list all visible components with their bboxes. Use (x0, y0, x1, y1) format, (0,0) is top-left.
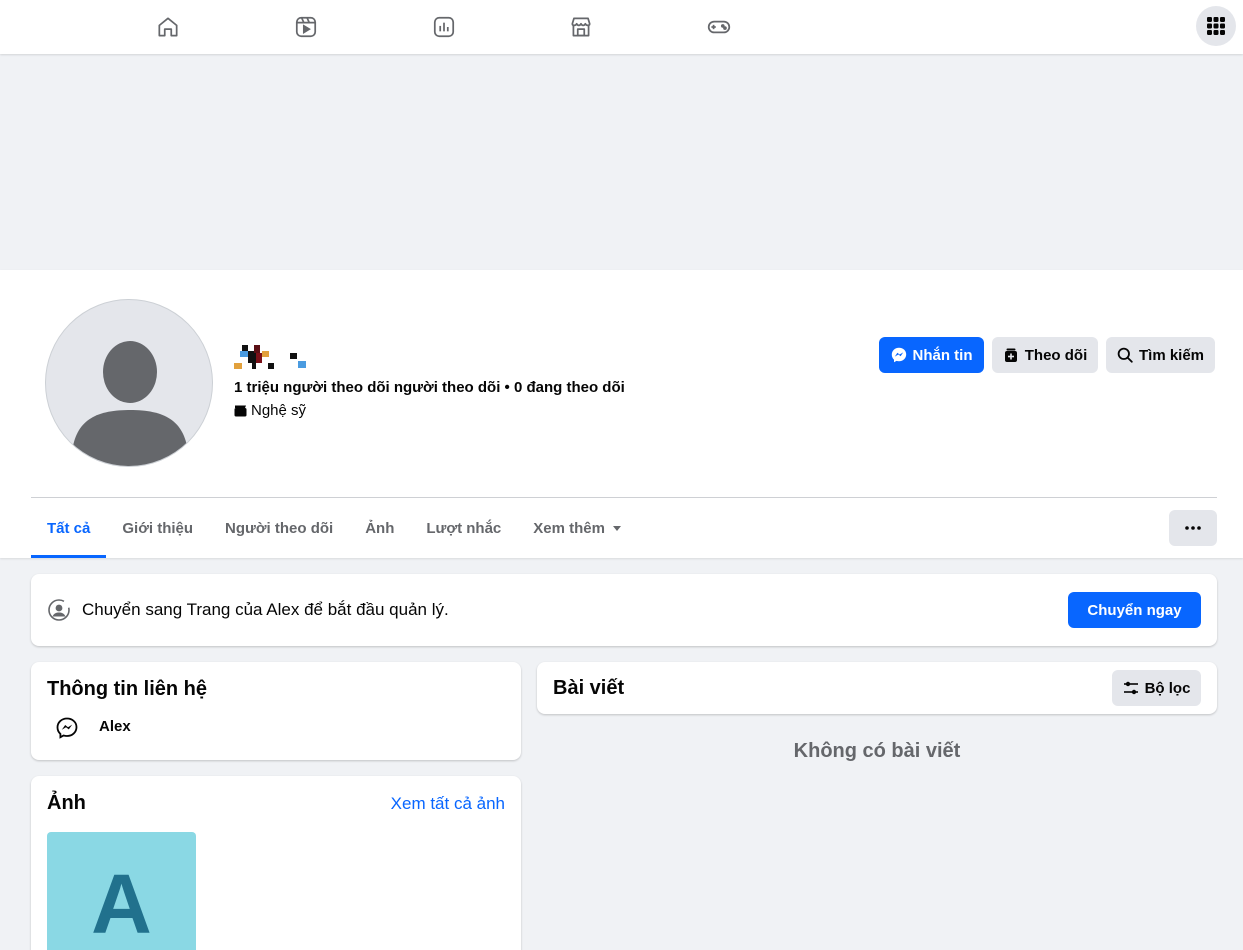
follow-icon (1004, 348, 1017, 362)
pixelated-profile-name (234, 345, 306, 369)
search-button-label: Tìm kiếm (1138, 346, 1205, 364)
contact-messenger-name[interactable]: Alex (99, 718, 131, 735)
follow-button[interactable]: Theo dõi (992, 337, 1098, 373)
tab-photos[interactable]: Ảnh (349, 498, 410, 558)
tab-about[interactable]: Giới thiệu (106, 498, 209, 558)
gaming-icon[interactable] (703, 11, 735, 43)
messenger-outline-icon (56, 717, 78, 739)
tab-see-more[interactable]: Xem thêm (517, 498, 639, 558)
default-person-icon (72, 341, 188, 466)
search-button[interactable]: Tìm kiếm (1106, 337, 1215, 373)
follower-stats[interactable]: 1 triệu người theo dõi người theo dõi • … (234, 379, 625, 396)
switch-now-button[interactable]: Chuyển ngay (1068, 592, 1201, 628)
tab-followers[interactable]: Người theo dõi (209, 498, 349, 558)
cover-photo (0, 54, 1243, 270)
grid-menu-button[interactable] (1196, 6, 1236, 46)
switch-profile-icon (48, 599, 70, 621)
tab-all[interactable]: Tất cả (31, 498, 107, 558)
switch-page-text: Chuyển sang Trang của Alex để bắt đầu qu… (82, 600, 449, 619)
top-navigation-bar (0, 0, 1243, 54)
feeds-icon[interactable] (428, 11, 460, 43)
message-button-label: Nhắn tin (912, 346, 973, 364)
clapperboard-icon (234, 405, 247, 416)
no-posts-message: Không có bài viết (793, 740, 961, 762)
profile-category: Nghệ sỹ (234, 402, 306, 419)
tab-see-more-label: Xem thêm (533, 519, 605, 537)
filter-icon (1123, 681, 1138, 695)
photo-thumbnail-letter: A (91, 857, 152, 950)
profile-avatar[interactable] (45, 299, 213, 467)
more-dots-icon (1185, 526, 1201, 530)
filter-button[interactable]: Bộ lọc (1112, 670, 1201, 706)
posts-card: Bài viết Bộ lọc (537, 662, 1217, 714)
tab-mentions[interactable]: Lượt nhắc (410, 498, 517, 558)
profile-header: 1 triệu người theo dõi người theo dõi • … (0, 270, 1243, 558)
watch-icon[interactable] (290, 11, 322, 43)
photo-thumbnail[interactable]: A (47, 832, 196, 950)
contact-info-title: Thông tin liên hệ (47, 678, 207, 700)
messenger-icon (891, 347, 906, 363)
switch-page-banner: Chuyển sang Trang của Alex để bắt đầu qu… (31, 574, 1217, 646)
more-options-button[interactable] (1169, 510, 1217, 546)
marketplace-icon[interactable] (565, 11, 597, 43)
grid-menu-icon (1207, 17, 1225, 35)
follow-button-label: Theo dõi (1024, 346, 1088, 364)
profile-tabs: Tất cả Giới thiệu Người theo dõi Ảnh Lượ… (31, 498, 639, 558)
contact-info-card: Thông tin liên hệ Alex (31, 662, 521, 760)
photos-title: Ảnh (47, 792, 86, 814)
message-button[interactable]: Nhắn tin (879, 337, 984, 373)
posts-title: Bài viết (553, 677, 625, 699)
caret-down-icon (612, 526, 621, 531)
filter-button-label: Bộ lọc (1144, 679, 1191, 697)
search-icon (1117, 347, 1133, 363)
see-all-photos-link[interactable]: Xem tất cả ảnh (391, 794, 505, 814)
category-label: Nghệ sỹ (251, 402, 307, 419)
photos-card: Ảnh Xem tất cả ảnh A (31, 776, 521, 950)
home-icon[interactable] (152, 11, 184, 43)
